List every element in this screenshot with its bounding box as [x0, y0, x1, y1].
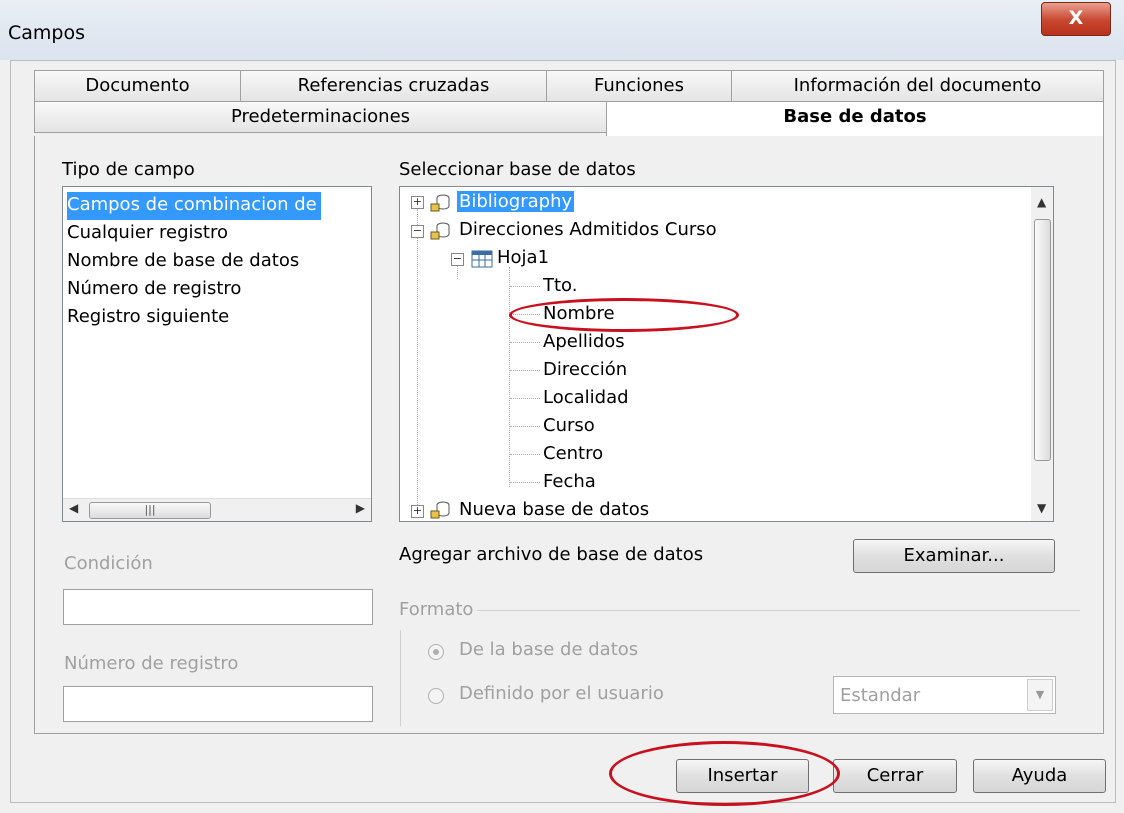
- scroll-right-icon[interactable]: ▶: [356, 501, 365, 515]
- tab-predeterminaciones[interactable]: Predeterminaciones: [34, 101, 607, 133]
- option-definido-usuario-label: Definido por el usuario: [459, 683, 664, 704]
- collapse-icon[interactable]: −: [411, 225, 424, 238]
- tab-base-de-datos[interactable]: Base de datos: [606, 101, 1104, 139]
- list-item[interactable]: Cualquier registro: [67, 220, 228, 248]
- option-de-base-de-datos-label: De la base de datos: [459, 639, 639, 660]
- field-item[interactable]: Apellidos: [543, 328, 625, 356]
- scroll-thumb[interactable]: [1034, 219, 1051, 461]
- radio-definido-usuario[interactable]: [428, 688, 444, 704]
- radio-de-base-de-datos[interactable]: [428, 644, 444, 660]
- horizontal-scrollbar[interactable]: ◀ ||| ▶: [63, 498, 371, 521]
- examinar-button[interactable]: Examinar...: [853, 539, 1055, 573]
- field-item[interactable]: Centro: [543, 440, 603, 468]
- field-item[interactable]: Fecha: [543, 468, 596, 496]
- list-item[interactable]: Número de registro: [67, 276, 241, 304]
- expand-icon[interactable]: +: [411, 196, 424, 209]
- database-tree[interactable]: + Bibliography − Direcciones Admitidos C…: [399, 186, 1054, 522]
- campos-dialog: Campos X Documento Referencias cruzadas …: [0, 0, 1124, 813]
- scroll-down-icon[interactable]: ▼: [1037, 501, 1046, 515]
- ayuda-button[interactable]: Ayuda: [973, 759, 1106, 793]
- numero-registro-label: Número de registro: [64, 653, 239, 674]
- list-item[interactable]: Nombre de base de datos: [67, 248, 299, 276]
- tab-documento[interactable]: Documento: [34, 70, 241, 102]
- field-item[interactable]: Tto.: [543, 272, 577, 300]
- field-item[interactable]: Dirección: [543, 356, 627, 384]
- tree-item-direcciones[interactable]: Direcciones Admitidos Curso: [459, 216, 717, 244]
- tab-informacion-documento[interactable]: Información del documento: [731, 70, 1104, 102]
- list-item-selected[interactable]: Campos de combinacion de: [67, 192, 321, 220]
- condicion-label: Condición: [64, 553, 153, 574]
- list-item[interactable]: Registro siguiente: [67, 304, 229, 332]
- formato-label: Formato: [399, 599, 474, 620]
- formato-select[interactable]: Estandar ▼: [833, 676, 1056, 714]
- database-icon: [430, 194, 450, 212]
- agregar-label: Agregar archivo de base de datos: [399, 544, 704, 565]
- field-item[interactable]: Curso: [543, 412, 595, 440]
- window-title: Campos: [8, 22, 86, 44]
- annotation-ellipse-insertar: [609, 741, 840, 806]
- tab-referencias-cruzadas[interactable]: Referencias cruzadas: [240, 70, 547, 102]
- cerrar-button[interactable]: Cerrar: [833, 759, 957, 793]
- tipo-campo-label: Tipo de campo: [62, 159, 195, 180]
- field-item[interactable]: Localidad: [543, 384, 629, 412]
- title-bar: Campos X: [0, 0, 1124, 60]
- tipo-campo-list[interactable]: Campos de combinacion de Cualquier regis…: [62, 186, 372, 522]
- table-icon: [471, 250, 493, 268]
- collapse-icon[interactable]: −: [451, 253, 464, 266]
- chevron-down-icon[interactable]: ▼: [1027, 679, 1053, 711]
- close-button[interactable]: X: [1041, 2, 1111, 36]
- database-icon: [430, 501, 450, 519]
- seleccionar-label: Seleccionar base de datos: [399, 159, 636, 180]
- tree-item-bibliography[interactable]: Bibliography: [457, 191, 575, 212]
- vertical-scrollbar[interactable]: ▲ ▼: [1031, 187, 1053, 521]
- condicion-input[interactable]: [63, 589, 373, 625]
- scroll-thumb[interactable]: |||: [89, 502, 211, 519]
- tab-funciones[interactable]: Funciones: [546, 70, 732, 102]
- tree-item-nueva[interactable]: Nueva base de datos: [459, 496, 649, 521]
- scroll-left-icon[interactable]: ◀: [69, 501, 78, 515]
- formato-select-value: Estandar: [840, 685, 921, 706]
- annotation-ellipse-nombre: [509, 298, 739, 332]
- scroll-up-icon[interactable]: ▲: [1037, 195, 1046, 209]
- numero-registro-input[interactable]: [63, 686, 373, 722]
- tree-item-hoja1[interactable]: Hoja1: [497, 244, 549, 272]
- expand-icon[interactable]: +: [411, 505, 424, 518]
- database-icon: [430, 222, 450, 240]
